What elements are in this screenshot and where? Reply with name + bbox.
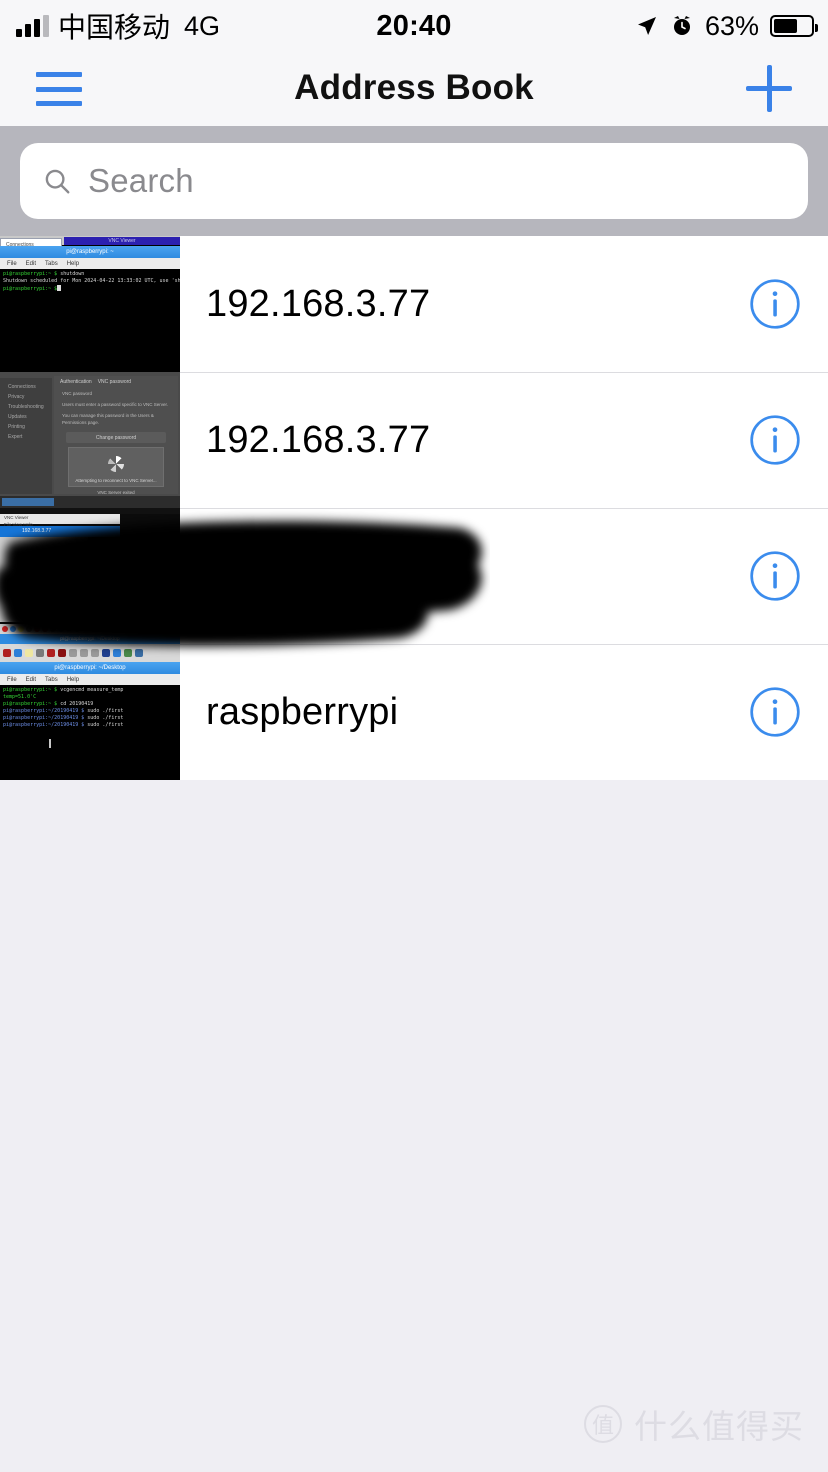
connection-thumbnail: Connections VNC Viewer pi@raspberrypi: ~… (0, 236, 180, 372)
thumb-selected-entry: 192.168.3.77 (22, 528, 52, 534)
thumb-terminal-output: pi@raspberrypi:~ $ shutdown Shutdown sch… (0, 269, 180, 372)
connection-thumbnail: Connections Privacy Troubleshooting Upda… (0, 372, 180, 508)
nav-bar: Address Book (0, 52, 828, 126)
watermark-logo-icon: 值 (584, 1405, 622, 1443)
magnifier-icon (45, 169, 70, 194)
terminal-text: cd 20190419 (57, 701, 94, 707)
terminal-prompt: pi@raspberrypi:~ $ (3, 687, 58, 693)
terminal-text: Shutdown scheduled for Mon 2024-04-22 13… (3, 278, 180, 284)
thumb-tab: VNC password (97, 379, 132, 385)
thumb-status-text: Attempting to reconnect to VNC Server... (75, 478, 157, 483)
thumb-menu-file: File (7, 260, 17, 267)
terminal-text: sudo ./first (84, 722, 124, 728)
location-arrow-icon (637, 17, 656, 35)
terminal-prompt: pi@raspberrypi:~/20190419 $ (3, 708, 85, 714)
alarm-clock-icon (673, 16, 690, 35)
terminal-text: sudo ./first (84, 708, 124, 714)
watermark-text: 什么值得买 (634, 1408, 804, 1445)
connection-thumbnail: VNC Viewer File View Help 192.168.3.77 p… (0, 508, 180, 644)
row-content: 192.168.3.77 (180, 372, 828, 508)
thumb-menu-edit: Edit (25, 260, 37, 267)
table-row[interactable]: VNC Viewer File View Help 192.168.3.77 p… (0, 508, 828, 644)
terminal-prompt: pi@raspberrypi:~/20190419 $ (3, 722, 85, 728)
connection-name: raspberrypi (206, 690, 399, 733)
thumb-sidebar-item: Updates (8, 414, 27, 420)
status-bar: 中国移动 4G 20:40 63% (0, 0, 828, 52)
thumb-taskbar-title: pi@raspberrypi: ~/Desktop (60, 636, 120, 642)
thumb-body-line: You can manage this password in the User… (62, 413, 154, 425)
status-bar-right: 63% (635, 10, 818, 42)
thumb-sidebar-item: Troubleshooting (8, 404, 44, 410)
thumb-terminal-output: pi@raspberrypi:~ $ vcgencmd measure_temp… (0, 685, 180, 774)
thumb-menu-tabs: Tabs (45, 676, 58, 683)
connection-thumbnail: pi@raspberrypi: ~/Desktop File Edit Tabs… (0, 644, 180, 780)
thumb-window-title: pi@raspberrypi: ~ (66, 249, 114, 255)
table-row[interactable]: Connections VNC Viewer pi@raspberrypi: ~… (0, 236, 828, 372)
thumb-menu-label: VNC Viewer (4, 515, 29, 520)
table-row[interactable]: pi@raspberrypi: ~/Desktop File Edit Tabs… (0, 644, 828, 780)
thumb-body-line: Users must enter a password specific to … (62, 402, 169, 407)
search-placeholder: Search (88, 162, 194, 199)
connection-name: 192.168.3.77 (206, 282, 431, 325)
battery-icon (770, 15, 818, 37)
terminal-prompt: pi@raspberrypi:~/20190419 $ (3, 715, 85, 721)
terminal-text: vcgencmd measure_temp (57, 687, 124, 693)
thumb-menu-edit: Edit (25, 676, 37, 683)
terminal-text: sudo ./first (84, 715, 124, 721)
thumb-menu-help: Help (66, 676, 80, 683)
row-content: raspberrypi (180, 644, 828, 780)
thumb-tab: Authentication (60, 379, 92, 385)
info-icon[interactable] (748, 685, 802, 739)
table-row[interactable]: Connections Privacy Troubleshooting Upda… (0, 372, 828, 508)
thumb-body-line: VNC password (62, 391, 93, 396)
thumb-menu-help: Help (66, 260, 80, 267)
loading-spinner-icon (108, 456, 124, 472)
row-content: 192.168.3.77 (180, 236, 828, 372)
thumb-window-title: pi@raspberrypi: ~/Desktop (54, 665, 126, 671)
thumb-menu-file: File (7, 676, 17, 683)
terminal-prompt: pi@raspberrypi:~ $ (3, 271, 58, 277)
watermark: 值 什么值得买 (584, 1400, 804, 1448)
search-bar-container: Search (0, 126, 828, 236)
connection-name: 192.168.3.77 (206, 418, 431, 461)
thumb-sidebar-item: Printing (8, 424, 25, 430)
terminal-text: shutdown (57, 271, 85, 277)
search-input[interactable]: Search (20, 143, 808, 219)
info-icon[interactable] (748, 277, 802, 331)
info-icon[interactable] (748, 549, 802, 603)
row-content (180, 508, 828, 644)
thumb-purple-bar-label: VNC Viewer (108, 238, 136, 244)
battery-percent-label: 63% (704, 10, 759, 41)
address-book-list: Connections VNC Viewer pi@raspberrypi: ~… (0, 236, 828, 780)
terminal-prompt: pi@raspberrypi:~ $ (3, 286, 58, 292)
thumb-sidebar-item: Expert (8, 434, 23, 440)
app-root: 中国移动 4G 20:40 63% Address Book Search Co… (0, 0, 828, 1472)
info-icon[interactable] (748, 413, 802, 467)
thumb-sidebar-item: Privacy (8, 394, 25, 400)
thumb-sidebar-item: Connections (8, 384, 36, 390)
terminal-text: temp=51.0'C (3, 694, 37, 700)
thumb-menu-tabs: Tabs (45, 260, 58, 267)
thumb-footer-text: VNC Server exited (97, 490, 135, 495)
plus-icon[interactable] (742, 62, 796, 116)
terminal-prompt: pi@raspberrypi:~ $ (3, 701, 58, 707)
page-title: Address Book (294, 68, 534, 107)
thumb-change-password-button: Change password (66, 432, 166, 443)
